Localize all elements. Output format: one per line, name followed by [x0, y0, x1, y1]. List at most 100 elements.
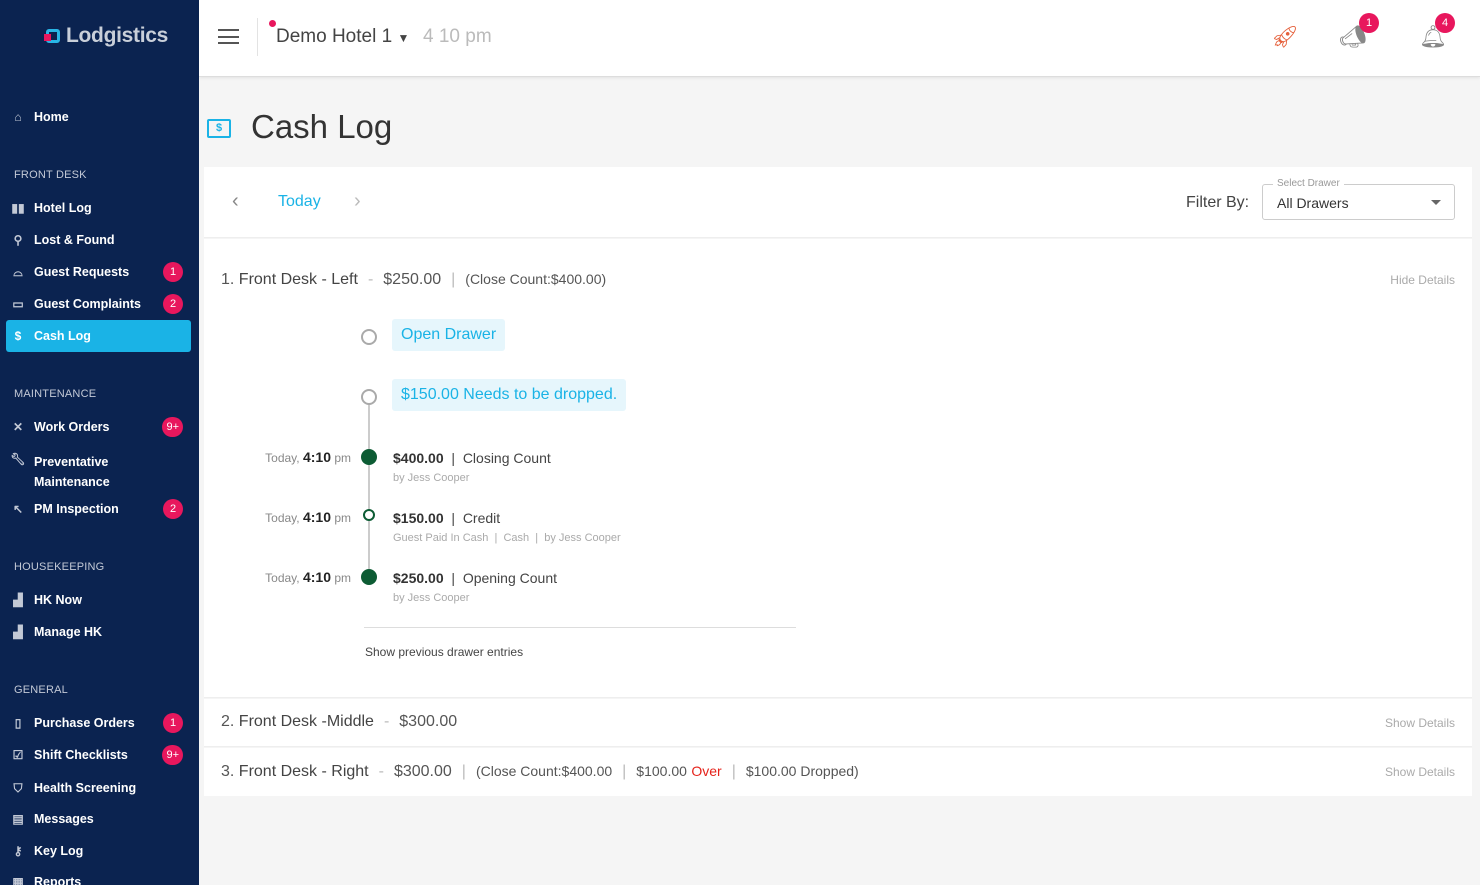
search-icon: ⚲: [13, 233, 23, 247]
show-details-link[interactable]: Show Details: [1385, 716, 1455, 730]
label: Home: [34, 110, 69, 124]
sidebar-item-messages[interactable]: ▤ Messages: [6, 803, 191, 835]
entry-type: Credit: [462, 510, 501, 526]
hk-icon: ▟: [13, 625, 23, 639]
menu-icon[interactable]: [218, 29, 239, 44]
complaint-icon: ▭: [12, 297, 24, 311]
label: Guest Requests: [34, 265, 130, 279]
badge: 2: [163, 294, 183, 314]
entry-time: Today, 4:10 pm: [204, 449, 351, 465]
next-day-button[interactable]: ›: [354, 190, 361, 213]
ampm: pm: [334, 451, 351, 465]
current-time: 4 10 pm: [423, 26, 492, 47]
key-icon: ⚷: [13, 844, 23, 858]
section-housekeeping: HOUSEKEEPING: [14, 561, 105, 573]
entry-amount: $400.00: [393, 450, 444, 466]
show-previous-entries-link[interactable]: Show previous drawer entries: [365, 645, 523, 659]
divider: [364, 627, 796, 628]
logo-icon: [44, 29, 60, 43]
sidebar-item-home[interactable]: ⌂ Home: [6, 101, 191, 133]
timeline-dot: [363, 509, 375, 521]
sidebar-item-key-log[interactable]: ⚷ Key Log: [6, 835, 191, 867]
show-details-link[interactable]: Show Details: [1385, 765, 1455, 779]
sidebar-item-hk-now[interactable]: ▟ HK Now: [6, 584, 191, 616]
hotel-log-icon: ▮▮: [11, 201, 25, 215]
day: Today,: [265, 571, 300, 585]
sidebar-item-purchase-orders[interactable]: ▯ Purchase Orders 1: [6, 707, 191, 739]
drawer-number: 2.: [221, 713, 235, 730]
label: Cash Log: [34, 329, 91, 343]
ampm: pm: [334, 511, 351, 525]
label: Lost & Found: [34, 233, 115, 247]
sidebar-item-health-screening[interactable]: ⛉ Health Screening: [6, 772, 191, 804]
divider: [257, 18, 258, 56]
drawer-amount: $300.00: [393, 763, 452, 780]
drawer-header: 3. Front Desk - Right - $300.00 | (Close Cou…: [221, 763, 859, 780]
sidebar-item-lost-found[interactable]: ⚲ Lost & Found: [6, 224, 191, 256]
logo[interactable]: Lodgistics: [44, 24, 169, 48]
sidebar-item-reports[interactable]: ▦ Reports: [6, 866, 191, 885]
sidebar-item-preventative-maintenance[interactable]: 🔧︎ Preventative Maintenance: [6, 443, 191, 495]
sidebar-item-cash-log[interactable]: $ Cash Log: [6, 320, 191, 352]
page-title: Cash Log: [251, 108, 393, 145]
ampm: pm: [334, 571, 351, 585]
entry-time: Today, 4:10 pm: [204, 569, 351, 585]
today-button[interactable]: Today: [278, 193, 321, 211]
drawer-name: Front Desk - Right: [238, 763, 369, 780]
label: Reports: [34, 875, 82, 885]
select-value: All Drawers: [1277, 195, 1349, 211]
sidebar-item-manage-hk[interactable]: ▟ Manage HK: [6, 616, 191, 648]
label: Hotel Log: [34, 201, 92, 215]
section-front-desk: FRONT DESK: [14, 169, 87, 181]
entry: $150.00 | Credit: [393, 510, 501, 526]
drawer-select[interactable]: Select Drawer All Drawers: [1262, 178, 1455, 220]
hide-details-link[interactable]: Hide Details: [1390, 273, 1455, 287]
entry-type: Closing Count: [462, 450, 551, 466]
label: Health Screening: [34, 781, 137, 795]
section-general: GENERAL: [14, 684, 68, 696]
notification-badge: 4: [1435, 13, 1455, 33]
entry: $250.00 | Opening Count: [393, 570, 557, 586]
hotel-selector[interactable]: Demo Hotel 1 ▼: [276, 26, 409, 48]
timeline-line: [368, 403, 370, 579]
status-dot: [269, 20, 276, 27]
sidebar-item-hotel-log[interactable]: ▮▮ Hotel Log: [6, 192, 191, 224]
label-line2: Maintenance: [34, 475, 110, 489]
entry: $400.00 | Closing Count: [393, 450, 551, 466]
close-count: (Close Count:$400.00): [465, 271, 607, 287]
over-label: Over: [691, 763, 722, 779]
badge: 2: [163, 499, 183, 519]
sidebar-item-guest-requests[interactable]: ⌓ Guest Requests 1: [6, 256, 191, 288]
drawer-header: 1. Front Desk - Left - $250.00 | (Close Coun…: [221, 271, 607, 288]
sidebar-item-work-orders[interactable]: ✕ Work Orders 9+: [6, 411, 191, 443]
home-icon: ⌂: [14, 110, 22, 124]
label: Purchase Orders: [34, 716, 135, 730]
time: 4:10: [302, 509, 331, 525]
prev-day-button[interactable]: ‹: [232, 190, 239, 213]
drawer-card: 2. Front Desk -Middle - $300.00 Show Detai…: [204, 699, 1472, 747]
badge: 1: [163, 713, 183, 733]
logo-text: Lodgistics: [66, 24, 169, 47]
entry-amount: $250.00: [393, 570, 444, 586]
sidebar-item-guest-complaints[interactable]: ▭ Guest Complaints 2: [6, 288, 191, 320]
drawer-card: 3. Front Desk - Right - $300.00 | (Close Cou…: [204, 748, 1472, 796]
badge: 1: [163, 262, 183, 282]
close-count: (Close Count:$400.00: [475, 763, 613, 779]
date-bar: ‹ Today › Filter By: Select Drawer All D…: [204, 167, 1472, 238]
shield-icon: ⛉: [13, 780, 23, 795]
clipboard-icon: ▯: [14, 716, 22, 730]
select-label: Select Drawer: [1273, 178, 1344, 189]
sidebar-item-shift-checklists[interactable]: ☑ Shift Checklists 9+: [6, 739, 191, 771]
timeline-dot: [361, 569, 377, 585]
tools-icon: ✕: [12, 420, 24, 434]
dropped-amount: $100.00 Dropped): [745, 763, 859, 779]
sidebar-item-pm-inspection[interactable]: ↖ PM Inspection 2: [6, 493, 191, 525]
timeline-circle: [361, 389, 377, 405]
timeline-dot: [361, 449, 377, 465]
inspection-icon: ↖: [12, 502, 24, 516]
label-line1: Preventative: [34, 455, 109, 469]
drawer-header: 2. Front Desk -Middle - $300.00: [221, 713, 458, 730]
hk-icon: ▟: [13, 593, 23, 607]
rocket-icon[interactable]: 🚀︎: [1271, 24, 1299, 50]
open-drawer-button[interactable]: Open Drawer: [392, 319, 506, 351]
